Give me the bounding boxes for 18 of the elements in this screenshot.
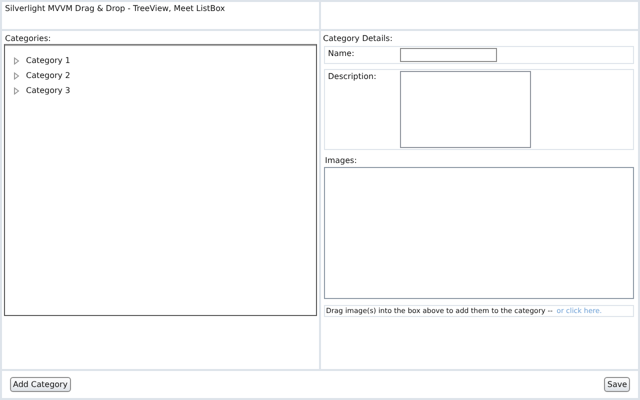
name-field[interactable] [400, 48, 497, 62]
image-drop-box[interactable] [324, 167, 634, 299]
expander-icon[interactable] [13, 56, 20, 64]
tree-item[interactable]: Category 2 [26, 71, 70, 80]
categories-label: Categories: [4, 33, 52, 44]
expander-icon[interactable] [13, 86, 20, 94]
add-category-button[interactable]: Add Category [10, 377, 71, 392]
expander-icon[interactable] [13, 72, 20, 80]
tree-item[interactable]: Category 3 [26, 86, 70, 95]
description-field[interactable] [400, 71, 531, 148]
save-button[interactable]: Save [604, 377, 630, 392]
images-label: Images: [324, 155, 358, 167]
category-tree[interactable]: Category 1 Category 2 Category 3 [4, 44, 317, 316]
name-label: Name: [327, 48, 356, 60]
details-label: Category Details: [322, 33, 394, 44]
description-label: Description: [327, 71, 378, 83]
window-title: Silverlight MVVM Drag & Drop - TreeView, Meet ListBox [5, 4, 226, 13]
tree-item[interactable]: Category 1 [26, 56, 70, 65]
